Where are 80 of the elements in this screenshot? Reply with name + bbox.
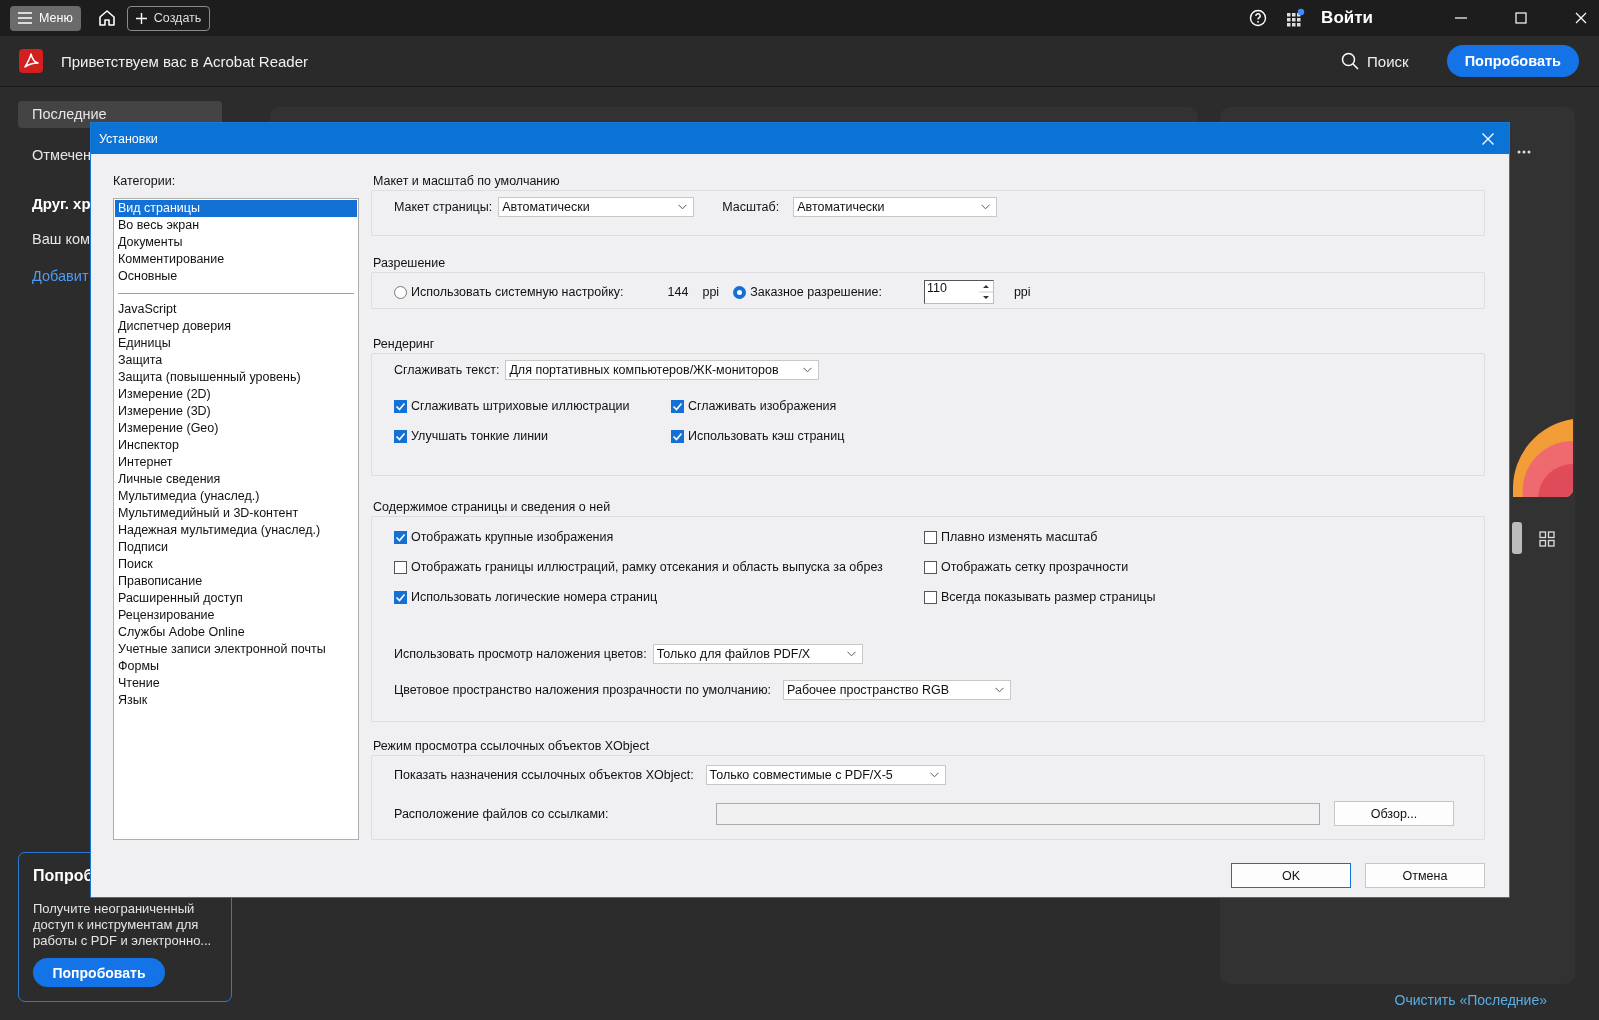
menu-button[interactable]: Меню	[10, 5, 81, 31]
try-button[interactable]: Попробовать	[1446, 45, 1579, 77]
category-item[interactable]: Инспектор	[115, 437, 357, 454]
group-title: Содержимое страницы и сведения о ней	[372, 499, 612, 516]
option-label: Заказное разрешение:	[750, 285, 882, 299]
field-label: Использовать просмотр наложения цветов:	[394, 647, 647, 661]
overprint-dropdown[interactable]: Только для файлов PDF/X	[652, 644, 863, 664]
checkbox-label: Отображать границы иллюстраций, рамку отсекания и область выпуска за обрез	[411, 560, 883, 574]
sidebar-item[interactable]: Ваш ком	[32, 231, 90, 247]
sign-in-button[interactable]: Войти	[1321, 8, 1373, 28]
group-title: Разрешение	[372, 255, 447, 272]
promo-text: Получите неограниченный доступ к инструментам для работы с PDF и электронно...	[33, 901, 213, 949]
category-item[interactable]: Расширенный доступ	[115, 590, 357, 607]
field-label: Расположение файлов со ссылками:	[394, 806, 610, 821]
zoom-dropdown[interactable]: Автоматически	[793, 197, 998, 217]
category-item[interactable]: Основные	[115, 268, 357, 285]
cancel-button[interactable]: Отмена	[1365, 863, 1485, 888]
xobject-dropdown[interactable]: Только совместимые с PDF/X-5	[705, 765, 946, 785]
category-item[interactable]: Службы Adobe Online	[115, 624, 357, 641]
category-item[interactable]: Диспетчер доверия	[115, 318, 357, 335]
checkbox-label: Отображать сетку прозрачности	[941, 560, 1129, 574]
group-title: Режим просмотра ссылочных объектов XObject	[372, 738, 651, 755]
add-link[interactable]: Добавит	[32, 268, 89, 284]
category-item[interactable]: Измерение (2D)	[115, 386, 357, 403]
category-item[interactable]: Комментирование	[115, 251, 357, 268]
category-item[interactable]: Единицы	[115, 335, 357, 352]
category-item[interactable]: Подписи	[115, 539, 357, 556]
checkbox-label: Всегда показывать размер страницы	[941, 590, 1156, 604]
category-item[interactable]: JavaScript	[115, 301, 357, 318]
group-title: Макет и масштаб по умолчанию	[372, 173, 561, 190]
category-item[interactable]: Чтение	[115, 675, 357, 692]
field-label: Макет страницы:	[394, 200, 493, 214]
app-title: Приветствуем вас в Acrobat Reader	[61, 52, 309, 70]
browse-button[interactable]: Обзор...	[1334, 801, 1454, 826]
blend-space-dropdown[interactable]: Рабочее пространство RGB	[783, 680, 1012, 700]
field-label: Масштаб:	[722, 200, 780, 214]
checkbox-label: Использовать логические номера страниц	[411, 590, 658, 604]
checkbox-label: Отображать крупные изображения	[411, 530, 614, 544]
section-title: Друг. хр	[32, 195, 91, 212]
search-button[interactable]: Поиск	[1335, 51, 1415, 71]
dialog-title: Установки	[99, 131, 158, 146]
checkbox-label: Использовать кэш страниц	[688, 429, 845, 443]
group-title: Рендеринг	[372, 336, 436, 353]
field-label: Сглаживать текст:	[394, 363, 500, 377]
create-button[interactable]: Создать	[126, 5, 211, 31]
checkbox-label: Плавно изменять масштаб	[941, 530, 1098, 544]
category-item[interactable]: Личные сведения	[115, 471, 357, 488]
category-item[interactable]: Правописание	[115, 573, 357, 590]
category-item[interactable]: Документы	[115, 234, 357, 251]
option-label: Использовать системную настройку:	[411, 285, 624, 299]
page-layout-dropdown[interactable]: Автоматически	[498, 197, 695, 217]
categories-label: Категории:	[113, 173, 177, 190]
try-button[interactable]: Попробовать	[33, 958, 165, 987]
category-item[interactable]: Во весь экран	[115, 217, 357, 234]
category-item[interactable]: Измерение (3D)	[115, 403, 357, 420]
category-item[interactable]: Надежная мультимедиа (унаслед.)	[115, 522, 357, 539]
category-item[interactable]: Защита	[115, 352, 357, 369]
category-item[interactable]: Измерение (Geo)	[115, 420, 357, 437]
resolution-value: 144	[667, 285, 689, 299]
ok-button[interactable]: OK	[1231, 863, 1351, 888]
category-item[interactable]: Вид страницы	[115, 200, 357, 217]
checkbox-label: Сглаживать изображения	[688, 399, 837, 413]
category-item[interactable]: Мультимедийный и 3D-контент	[115, 505, 357, 522]
unit-label: ppi	[702, 285, 720, 299]
smooth-text-dropdown[interactable]: Для портативных компьютеров/ЖК-мониторов	[505, 360, 820, 380]
category-item[interactable]: Поиск	[115, 556, 357, 573]
category-item[interactable]: Рецензирование	[115, 607, 357, 624]
unit-label: ppi	[1013, 285, 1031, 299]
category-item[interactable]: Язык	[115, 692, 357, 709]
checkbox-label: Сглаживать штриховые иллюстрации	[411, 399, 630, 413]
checkbox-label: Улучшать тонкие линии	[411, 429, 549, 443]
category-item[interactable]: Защита (повышенный уровень)	[115, 369, 357, 386]
field-label: Показать назначения ссылочных объектов XObject:	[394, 768, 694, 782]
field-label: Цветовое пространство наложения прозрачности по умолчанию:	[394, 683, 772, 697]
category-item[interactable]: Учетные записи электронной почты	[115, 641, 357, 658]
category-item[interactable]: Формы	[115, 658, 357, 675]
resolution-spinbox[interactable]: 110	[923, 280, 994, 304]
clear-recent-link[interactable]: Очистить «Последние»	[1394, 992, 1547, 1008]
category-item[interactable]: Интернет	[115, 454, 357, 471]
category-item[interactable]: Мультимедиа (унаслед.)	[115, 488, 357, 505]
